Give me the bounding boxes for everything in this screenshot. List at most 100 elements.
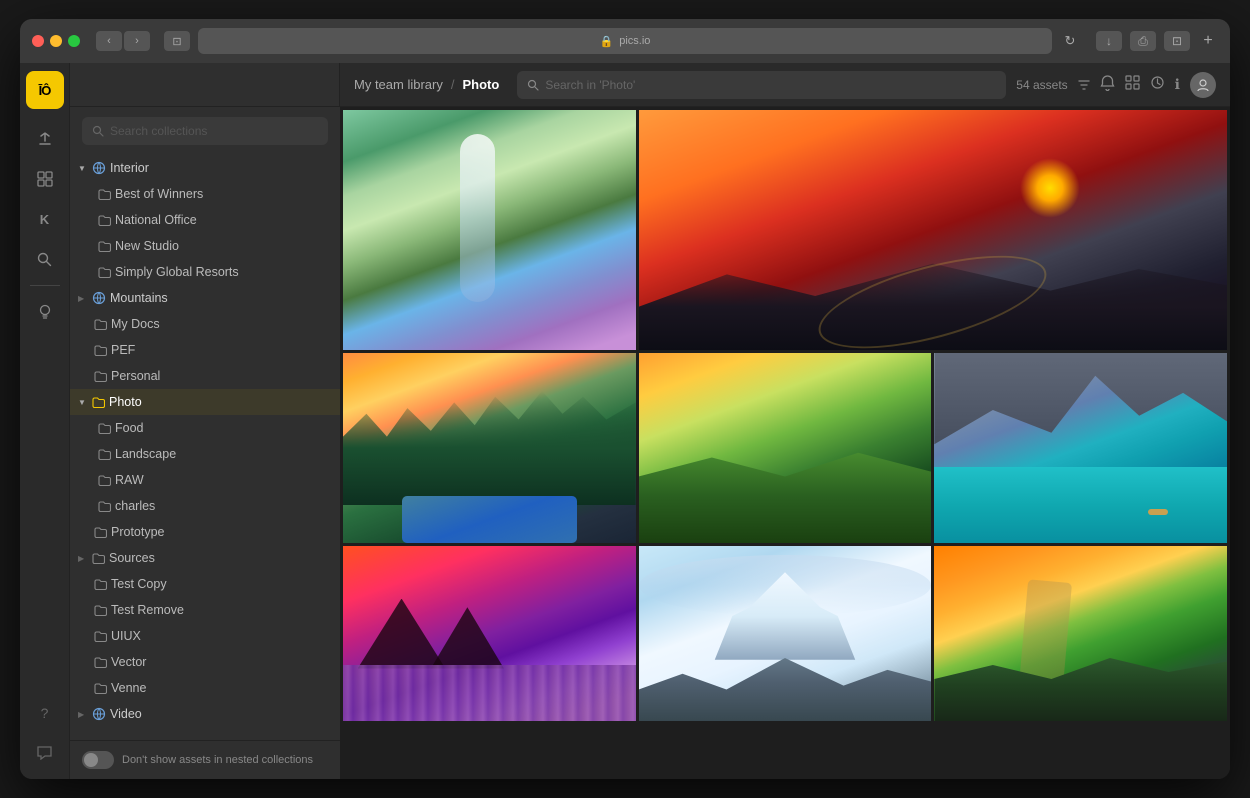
maximize-button[interactable] bbox=[68, 35, 80, 47]
history-button[interactable] bbox=[1150, 75, 1165, 95]
filter-icon[interactable] bbox=[1078, 79, 1090, 91]
asset-count: 54 assets bbox=[1016, 78, 1067, 92]
sidebar-item-vector[interactable]: Vector bbox=[70, 649, 340, 675]
sidebar-header bbox=[70, 63, 340, 106]
sidebar-item-photo[interactable]: ▼ Photo ↑ ⊕ 🌐 ⋮ bbox=[70, 389, 340, 415]
search-icon bbox=[527, 79, 539, 91]
folder-icon bbox=[98, 267, 111, 278]
photo-mountain-snow[interactable] bbox=[639, 546, 932, 721]
sidebar-item-interior[interactable]: ▼ Interior bbox=[70, 155, 340, 181]
sidebar-item-food[interactable]: Food bbox=[70, 415, 340, 441]
keywords-button[interactable]: K bbox=[27, 201, 63, 237]
sidebar-item-raw[interactable]: RAW bbox=[70, 467, 340, 493]
upload-button[interactable] bbox=[27, 121, 63, 157]
toggle-knob bbox=[84, 753, 98, 767]
tab-view-button[interactable]: ⊡ bbox=[164, 31, 190, 51]
sidebar-item-uiux[interactable]: UIUX bbox=[70, 623, 340, 649]
sidebar-item-video[interactable]: ▶ Video bbox=[70, 701, 340, 727]
photo-mountain-sunset[interactable] bbox=[639, 110, 1227, 350]
folder-icon bbox=[94, 657, 107, 668]
folder-icon bbox=[98, 449, 111, 460]
help-button[interactable]: ? bbox=[27, 695, 63, 731]
ideas-button[interactable] bbox=[27, 294, 63, 330]
chevron-right-icon: ▶ bbox=[78, 294, 88, 303]
share-button[interactable]: ⎙ bbox=[1130, 31, 1156, 51]
titlebar-actions: ↓ ⎙ ⊡ bbox=[1096, 31, 1190, 51]
bell-button[interactable] bbox=[1100, 75, 1115, 95]
globe-icon bbox=[92, 291, 106, 305]
folder-icon bbox=[92, 553, 105, 564]
folder-icon bbox=[94, 605, 107, 616]
grid-view-button[interactable] bbox=[1125, 75, 1140, 95]
download-button[interactable]: ↓ bbox=[1096, 31, 1122, 51]
folder-icon bbox=[98, 423, 111, 434]
new-tab-button[interactable]: + bbox=[1198, 31, 1218, 51]
sidebar-item-personal[interactable]: Personal bbox=[70, 363, 340, 389]
sidebar-item-mountains[interactable]: ▶ Mountains bbox=[70, 285, 340, 311]
photo-forest-river[interactable] bbox=[343, 353, 636, 543]
sidebar-search-input[interactable]: Search collections bbox=[82, 117, 328, 145]
header-search[interactable]: Search in 'Photo' bbox=[517, 71, 1006, 99]
minimize-button[interactable] bbox=[50, 35, 62, 47]
breadcrumb: My team library / Photo bbox=[354, 77, 499, 92]
sidebar-item-charles[interactable]: charles bbox=[70, 493, 340, 519]
video-label: Video bbox=[110, 707, 332, 721]
lock-icon: 🔒 bbox=[600, 35, 614, 48]
new-studio-label: New Studio bbox=[115, 239, 332, 253]
add-action-icon[interactable]: ⊕ bbox=[290, 396, 299, 409]
venne-label: Venne bbox=[111, 681, 332, 695]
sidebar-item-best-of-winners[interactable]: Best of Winners bbox=[70, 181, 340, 207]
globe-action-icon[interactable]: 🌐 bbox=[303, 396, 317, 409]
close-button[interactable] bbox=[32, 35, 44, 47]
photo-lavender[interactable] bbox=[343, 546, 636, 721]
sidebar-item-pef[interactable]: PEF bbox=[70, 337, 340, 363]
collections-button[interactable] bbox=[27, 161, 63, 197]
sidebar-item-simply-global-resorts[interactable]: Simply Global Resorts bbox=[70, 259, 340, 285]
best-of-winners-label: Best of Winners bbox=[115, 187, 332, 201]
forward-button[interactable]: › bbox=[124, 31, 150, 51]
address-bar[interactable]: 🔒 pics.io bbox=[198, 28, 1052, 54]
folder-icon bbox=[94, 579, 107, 590]
sidebar-item-prototype[interactable]: Prototype bbox=[70, 519, 340, 545]
photo-grid bbox=[340, 107, 1230, 779]
reload-button[interactable]: ↻ bbox=[1060, 31, 1080, 51]
sidebar-item-test-copy[interactable]: Test Copy bbox=[70, 571, 340, 597]
breadcrumb-parent[interactable]: My team library bbox=[354, 77, 443, 92]
folder-yellow-icon bbox=[92, 397, 105, 408]
icon-bar: ĪÔ K ? bbox=[20, 63, 70, 779]
sidebar-item-my-docs[interactable]: My Docs bbox=[70, 311, 340, 337]
chevron-down-icon: ▼ bbox=[78, 164, 88, 173]
upload-action-icon[interactable]: ↑ bbox=[281, 396, 287, 409]
sidebar-item-new-studio[interactable]: New Studio bbox=[70, 233, 340, 259]
search-nav-button[interactable] bbox=[27, 241, 63, 277]
folder-icon bbox=[94, 319, 107, 330]
nested-toggle[interactable] bbox=[82, 751, 114, 769]
folder-icon bbox=[98, 501, 111, 512]
back-button[interactable]: ‹ bbox=[96, 31, 122, 51]
photo-meadow[interactable] bbox=[639, 353, 932, 543]
more-action-icon[interactable]: ⋮ bbox=[321, 396, 332, 409]
photo-label: Photo bbox=[109, 395, 277, 409]
avatar-button[interactable] bbox=[1190, 72, 1216, 98]
titlebar: ‹ › ⊡ 🔒 pics.io ↻ ↓ ⎙ ⊡ + bbox=[20, 19, 1230, 63]
sidebar-item-test-remove[interactable]: Test Remove bbox=[70, 597, 340, 623]
sidebar-item-venne[interactable]: Venne bbox=[70, 675, 340, 701]
raw-label: RAW bbox=[115, 473, 332, 487]
folder-icon bbox=[98, 215, 111, 226]
breadcrumb-separator: / bbox=[451, 77, 455, 92]
photo-sunset-road[interactable] bbox=[934, 546, 1227, 721]
folder-icon bbox=[94, 345, 107, 356]
sidebar-item-national-office[interactable]: National Office bbox=[70, 207, 340, 233]
sidebar-item-sources[interactable]: ▶ Sources bbox=[70, 545, 340, 571]
logo-text: ĪÔ bbox=[39, 83, 51, 98]
interior-label: Interior bbox=[110, 161, 332, 175]
app-logo[interactable]: ĪÔ bbox=[26, 71, 64, 109]
sidebar: Search collections ▼ Interior Best of W bbox=[70, 107, 340, 779]
photo-waterfall[interactable] bbox=[343, 110, 636, 350]
sidebar-search-placeholder: Search collections bbox=[110, 124, 207, 138]
photo-lake[interactable] bbox=[934, 353, 1227, 543]
chat-button[interactable] bbox=[27, 735, 63, 771]
info-button[interactable]: ℹ bbox=[1175, 76, 1180, 93]
sidebar-item-landscape[interactable]: Landscape bbox=[70, 441, 340, 467]
screen-button[interactable]: ⊡ bbox=[1164, 31, 1190, 51]
